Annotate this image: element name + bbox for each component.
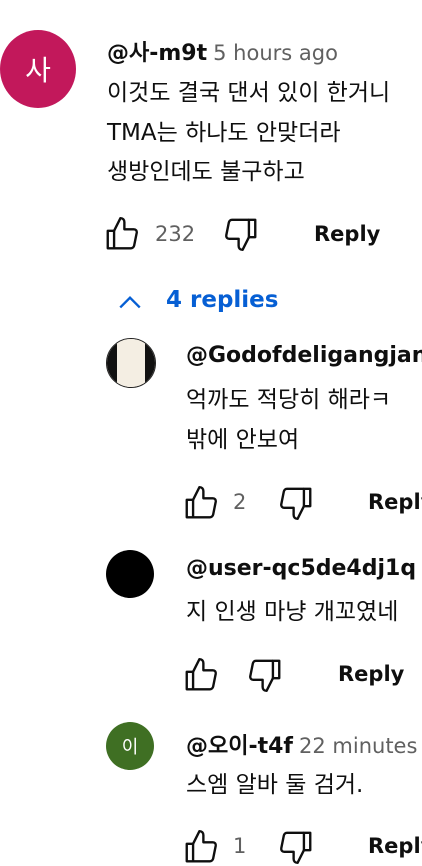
avatar[interactable]: 이 <box>106 722 154 770</box>
like-count: 232 <box>155 222 196 246</box>
thumbs-down-icon[interactable] <box>246 656 284 694</box>
author-handle[interactable]: @user-qc5de4dj1q <box>186 556 416 581</box>
chevron-up-icon[interactable] <box>117 291 143 313</box>
thumbs-up-icon[interactable] <box>103 215 141 253</box>
thumbs-down-icon[interactable] <box>222 215 260 253</box>
comment-text-line-1: 스엠 알바 둘 검거. <box>186 772 364 798</box>
comment-author[interactable]: @user-qc5de4dj1q1 <box>186 556 422 581</box>
reply-button[interactable]: Reply <box>314 222 380 246</box>
comment-text-line-1: 이것도 결국 댄서 있이 한거니 <box>107 80 391 106</box>
thumbs-up-icon[interactable] <box>182 828 220 866</box>
like-count: 2 <box>233 490 247 514</box>
author-handle[interactable]: @사-m9t <box>107 41 207 66</box>
comment-author[interactable]: @사-m9t 5 hours ago <box>107 35 338 67</box>
reply-button[interactable]: Reply <box>338 662 404 686</box>
avatar-letter: 이 <box>121 737 139 758</box>
comment-text-line-2: 밖에 안보여 <box>186 427 300 453</box>
comment-author[interactable]: @오이-t4f 22 minutes <box>186 728 417 760</box>
comment-timestamp[interactable]: 22 minutes <box>299 734 417 758</box>
avatar[interactable] <box>106 338 156 388</box>
comment-text-line-1: 억까도 적당히 해라ㅋ <box>186 387 392 413</box>
comment-text-line-3: 생방인데도 불구하고 <box>107 159 305 185</box>
reply-button[interactable]: Reply <box>368 490 422 514</box>
thumbs-down-icon[interactable] <box>277 484 315 522</box>
thumbs-up-icon[interactable] <box>182 656 220 694</box>
comment-timestamp[interactable]: 5 hours ago <box>213 41 338 65</box>
avatar-image-icon <box>107 339 155 387</box>
reply-button[interactable]: Reply <box>368 834 422 858</box>
thumbs-up-icon[interactable] <box>182 484 220 522</box>
author-handle[interactable]: @오이-t4f <box>186 734 293 759</box>
avatar[interactable]: 사 <box>0 30 76 108</box>
like-count: 1 <box>233 834 247 858</box>
comment-text-line-1: 지 인생 마냥 개꼬였네 <box>186 599 399 625</box>
comment-text-line-2: TMA는 하나도 안맞더라 <box>107 120 341 146</box>
replies-toggle-button[interactable]: 4 replies <box>166 287 278 313</box>
avatar[interactable] <box>106 550 154 598</box>
avatar-letter: 사 <box>25 54 51 87</box>
comment-author[interactable]: @Godofdeligangjang <box>186 343 422 368</box>
thumbs-down-icon[interactable] <box>277 828 315 866</box>
author-handle[interactable]: @Godofdeligangjang <box>186 343 422 368</box>
